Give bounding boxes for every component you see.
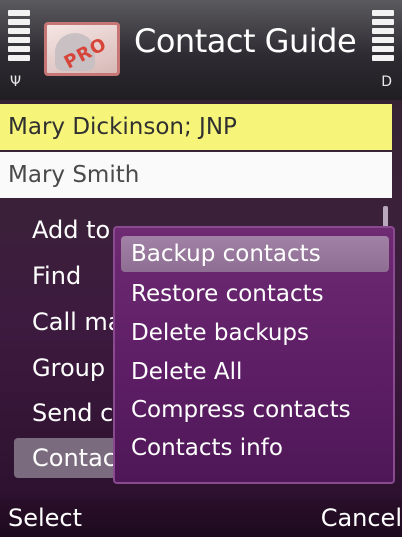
submenu-item-delete-backups[interactable]: Delete backups [121, 315, 389, 351]
submenu-item-compress-contacts[interactable]: Compress contacts [121, 392, 389, 428]
app-logo-icon: PRO [44, 22, 120, 76]
battery-icon: D [381, 74, 392, 90]
submenu-item-backup-contacts[interactable]: Backup contacts [121, 236, 389, 272]
battery-level-indicator [372, 10, 394, 64]
submenu-item-contacts-info[interactable]: Contacts info [121, 430, 389, 466]
contact-list-item[interactable]: Mary Smith [0, 152, 392, 198]
app-title: Contact Guide [134, 22, 357, 60]
submenu-item-restore-contacts[interactable]: Restore contacts [121, 276, 389, 312]
contact-tools-submenu: Backup contacts Restore contacts Delete … [113, 226, 395, 484]
signal-strength-indicator [8, 10, 30, 64]
title-bar: Ψ D PRO Contact Guide [0, 0, 402, 100]
submenu-item-delete-all[interactable]: Delete All [121, 354, 389, 390]
select-softkey[interactable]: Select [8, 504, 82, 532]
softkey-bar: Select Cancel [0, 498, 402, 537]
antenna-icon: Ψ [10, 74, 22, 90]
contact-list-item[interactable]: Mary Dickinson; JNP [0, 104, 392, 150]
options-menu-scrollbar[interactable] [383, 206, 388, 228]
cancel-softkey[interactable]: Cancel [321, 504, 402, 532]
phone-screen: Ψ D PRO Contact Guide Mary Dickinson; JN… [0, 0, 402, 537]
